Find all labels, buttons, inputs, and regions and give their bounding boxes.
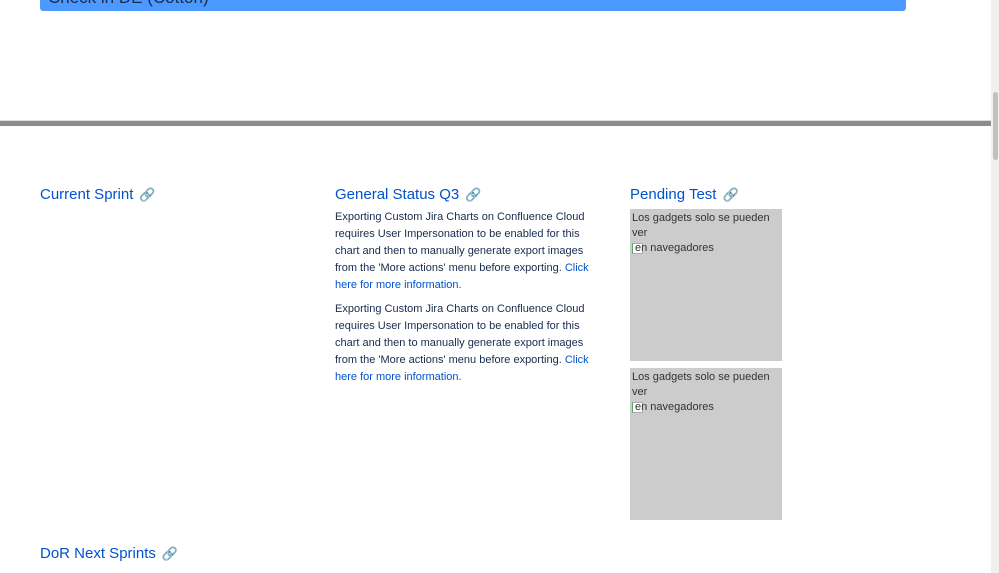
gadget-text: Los gadgets solo se pueden ver — [632, 212, 770, 239]
export-messages: Exporting Custom Jira Charts on Confluen… — [335, 209, 607, 393]
heading-pending-test: Pending Test 🔗 — [630, 186, 739, 203]
heading-dor-next-sprints: DoR Next Sprints 🔗 — [40, 545, 178, 562]
export-message: Exporting Custom Jira Charts on Confluen… — [335, 301, 607, 386]
scrollbar[interactable] — [991, 0, 999, 573]
scrollbar-thumb[interactable] — [993, 92, 998, 160]
message-text: Exporting Custom Jira Charts on Confluen… — [335, 303, 585, 366]
message-text: Exporting Custom Jira Charts on Confluen… — [335, 211, 585, 274]
heading-general-status: General Status Q3 🔗 — [335, 186, 481, 203]
link-icon[interactable]: 🔗 — [139, 187, 155, 202]
heading-text: General Status Q3 — [335, 186, 460, 203]
heading-text: Pending Test — [630, 186, 717, 203]
section-divider — [0, 120, 991, 126]
gadget-placeholder: Los gadgets solo se pueden ver en navegad… — [630, 368, 782, 520]
gadget-text: en navegadores — [635, 401, 714, 413]
heading-current-sprint: Current Sprint 🔗 — [40, 186, 156, 203]
check-in-label: Check in DE (Cotton) — [48, 0, 209, 8]
check-in-button[interactable]: Check in DE (Cotton) — [40, 0, 906, 11]
gadget-text: Los gadgets solo se pueden ver — [632, 371, 770, 398]
gadget-placeholder: Los gadgets solo se pueden ver en navegad… — [630, 209, 782, 361]
link-icon[interactable]: 🔗 — [722, 187, 738, 202]
link-icon[interactable]: 🔗 — [162, 546, 178, 561]
heading-text: DoR Next Sprints — [40, 545, 156, 562]
export-message: Exporting Custom Jira Charts on Confluen… — [335, 209, 607, 294]
link-icon[interactable]: 🔗 — [465, 187, 481, 202]
gadget-text: en navegadores — [635, 242, 714, 254]
heading-text: Current Sprint — [40, 186, 134, 203]
